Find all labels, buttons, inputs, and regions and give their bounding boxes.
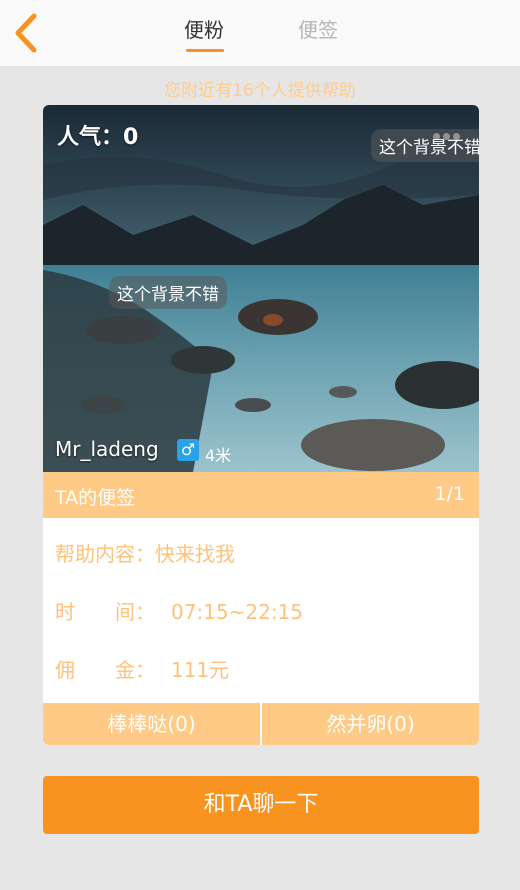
comment-bubble: 这个背景不错 <box>371 129 479 162</box>
popularity-count: 人气：0 <box>57 125 139 150</box>
help-content-value: 快来找我 <box>155 542 235 566</box>
fee-value: 111元 <box>171 658 230 682</box>
fee-row: 佣 金： 111元 <box>55 654 229 683</box>
like-button[interactable]: 棒棒哒(0) <box>43 703 260 745</box>
tab-bianfen[interactable]: 便粉 <box>184 14 224 43</box>
distance-label: 4米 <box>205 446 232 465</box>
reaction-bar: 棒棒哒(0) 然并卵(0) <box>43 703 479 745</box>
time-value: 07:15~22:15 <box>171 600 304 624</box>
tab-bianqian[interactable]: 便签 <box>298 14 338 43</box>
chat-button[interactable]: 和TA聊一下 <box>43 776 479 834</box>
profile-card: 人气：0 这个背景不错 这个背景不错 Mr_ladeng ♂ 4米 TA的便签 … <box>43 105 479 745</box>
chevron-left-icon <box>15 13 37 53</box>
dislike-button[interactable]: 然并卵(0) <box>262 703 479 745</box>
note-title: TA的便签 <box>55 487 136 509</box>
help-content-label: 帮助内容： <box>55 542 155 566</box>
fee-label: 佣 金： <box>55 658 155 682</box>
note-details: 帮助内容：快来找我 时 间： 07:15~22:15 佣 金： 111元 <box>43 518 479 703</box>
time-row: 时 间： 07:15~22:15 <box>55 596 303 625</box>
comment-bubble: 这个背景不错 <box>109 276 227 309</box>
top-bar: 便粉 便签 <box>0 0 520 67</box>
note-page-indicator: 1/1 <box>434 483 465 505</box>
active-tab-indicator <box>186 49 224 52</box>
note-header: TA的便签 1/1 <box>43 472 479 518</box>
help-content-row: 帮助内容：快来找我 <box>55 538 235 567</box>
username[interactable]: Mr_ladeng <box>55 437 159 461</box>
male-gender-icon: ♂ <box>177 439 199 461</box>
back-button[interactable] <box>8 10 48 56</box>
nearby-helpers-text: 您附近有16个人提供帮助 <box>164 81 356 101</box>
time-label: 时 间： <box>55 600 155 624</box>
